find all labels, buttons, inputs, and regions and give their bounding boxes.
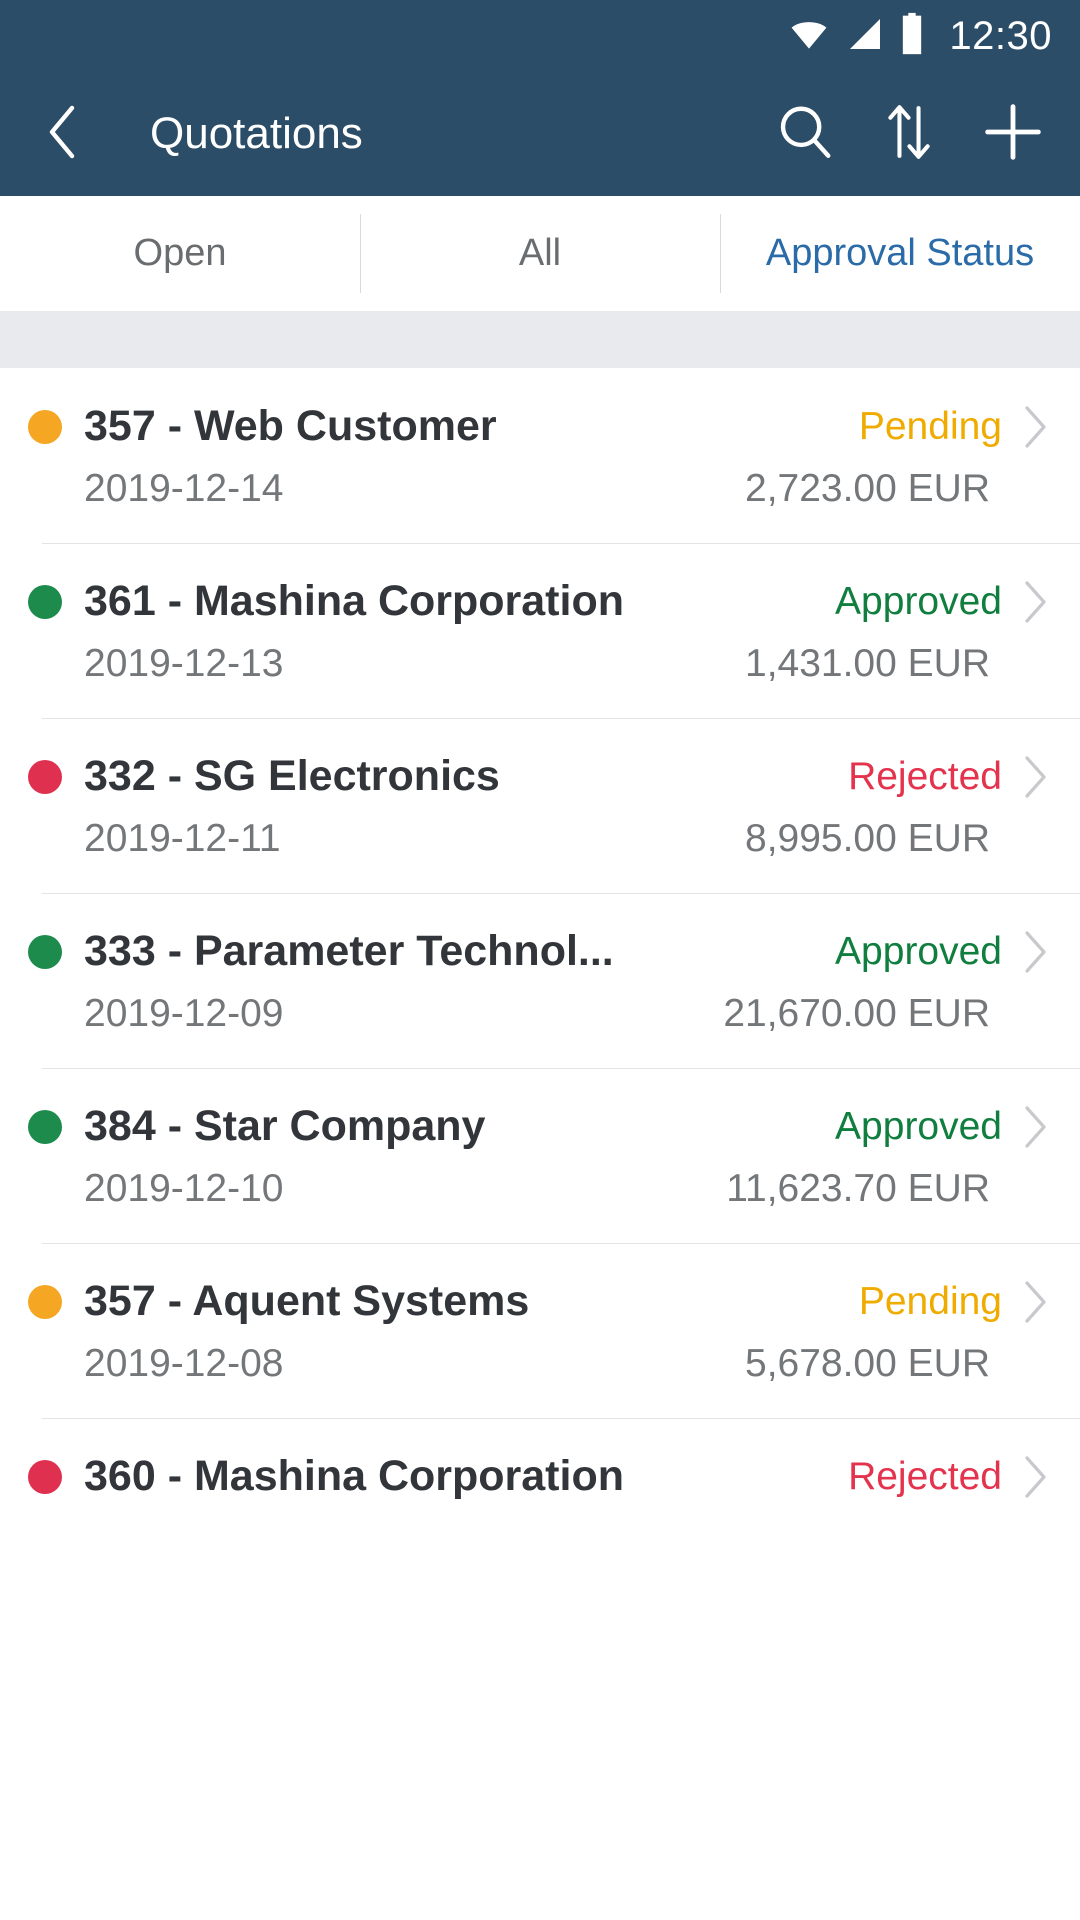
quotation-title: 332 - SG Electronics [84,752,500,800]
chevron-right-icon [1018,753,1052,801]
row-primary-line: 384 - Star Company Approved [28,1102,1052,1151]
status-badge: Pending [858,404,1002,448]
header-actions [766,95,1052,173]
tab-open[interactable]: Open [0,196,360,311]
row-secondary-line: 2019-12-13 1,431.00 EUR [28,642,1052,686]
quotation-title: 357 - Web Customer [84,402,497,450]
chevron-right-icon [1018,928,1052,976]
quotation-list: 357 - Web Customer Pending 2019-12-14 2,… [0,368,1080,1549]
status-badge: Rejected [848,754,1002,798]
tab-open-label: Open [133,232,227,274]
quotation-amount: 2,723.00 EUR [745,467,990,510]
row-primary-line: 332 - SG Electronics Rejected [28,752,1052,801]
status-dot [28,584,62,619]
quotation-date: 2019-12-14 [84,467,284,510]
cellular-signal-icon [845,14,885,59]
back-button[interactable] [30,102,94,166]
quotation-amount: 11,623.70 EUR [726,1167,990,1210]
status-bar-icons [787,12,925,61]
quotation-date: 2019-12-09 [84,992,284,1035]
quotation-title: 361 - Mashina Corporation [84,577,624,625]
sort-icon [880,101,938,168]
chevron-right-icon [1018,403,1052,451]
row-primary-line: 361 - Mashina Corporation Approved [28,577,1052,626]
quotation-title: 357 - Aquent Systems [84,1277,530,1325]
tab-all-label: All [518,232,562,274]
list-section-header [0,312,1080,368]
table-row[interactable]: 384 - Star Company Approved 2019-12-10 1… [0,1068,1080,1243]
status-dot [28,1284,62,1319]
status-dot [28,409,62,444]
row-primary-line: 360 - Mashina Corporation Rejected [28,1452,1052,1501]
status-badge: Approved [835,579,1002,623]
row-secondary-line: 2019-12-11 8,995.00 EUR [28,817,1052,861]
status-bar-clock: 12:30 [949,13,1052,58]
quotation-title: 384 - Star Company [84,1102,486,1150]
table-row[interactable]: 360 - Mashina Corporation Rejected [0,1418,1080,1549]
table-row[interactable]: 333 - Parameter Technol... Approved 2019… [0,893,1080,1068]
chevron-right-icon [1018,1453,1052,1501]
row-secondary-line: 2019-12-10 11,623.70 EUR [28,1167,1052,1211]
status-dot [28,1109,62,1144]
status-dot [28,759,62,794]
tab-approval-status-label: Approval Status [765,232,1035,274]
chevron-right-icon [1018,1278,1052,1326]
tab-all[interactable]: All [360,196,720,311]
quotation-date: 2019-12-08 [84,1342,284,1385]
status-badge: Approved [835,1104,1002,1148]
page-title: Quotations [150,109,363,158]
row-secondary-line: 2019-12-09 21,670.00 EUR [28,992,1052,1036]
sort-button[interactable] [870,95,948,173]
row-secondary-line: 2019-12-14 2,723.00 EUR [28,467,1052,511]
chevron-right-icon [1018,1103,1052,1151]
chevron-right-icon [1018,578,1052,626]
quotation-amount: 8,995.00 EUR [745,817,990,860]
quotation-title: 360 - Mashina Corporation [84,1452,624,1500]
wifi-icon [787,12,831,61]
quotation-date: 2019-12-10 [84,1167,284,1210]
status-badge: Pending [858,1279,1002,1323]
search-icon [774,101,836,168]
row-primary-line: 357 - Web Customer Pending [28,402,1052,451]
add-button[interactable] [974,95,1052,173]
quotation-amount: 21,670.00 EUR [723,992,990,1035]
table-row[interactable]: 361 - Mashina Corporation Approved 2019-… [0,543,1080,718]
back-chevron-icon [36,102,88,167]
add-icon [981,100,1045,169]
table-row[interactable]: 332 - SG Electronics Rejected 2019-12-11… [0,718,1080,893]
row-secondary-line: 2019-12-08 5,678.00 EUR [28,1342,1052,1386]
row-primary-line: 357 - Aquent Systems Pending [28,1277,1052,1326]
quotation-date: 2019-12-11 [84,817,281,860]
filter-tab-bar: Open All Approval Status [0,196,1080,312]
status-badge: Rejected [848,1454,1002,1498]
battery-icon [899,12,925,61]
quotation-amount: 5,678.00 EUR [745,1342,990,1385]
row-primary-line: 333 - Parameter Technol... Approved [28,927,1052,976]
status-dot [28,934,62,969]
table-row[interactable]: 357 - Aquent Systems Pending 2019-12-08 … [0,1243,1080,1418]
table-row[interactable]: 357 - Web Customer Pending 2019-12-14 2,… [0,368,1080,543]
app-header: Quotations [0,72,1080,196]
quotation-amount: 1,431.00 EUR [745,642,990,685]
search-button[interactable] [766,95,844,173]
status-badge: Approved [835,929,1002,973]
status-bar: 12:30 [0,0,1080,72]
tab-approval-status[interactable]: Approval Status [720,196,1080,311]
quotation-title: 333 - Parameter Technol... [84,927,614,975]
status-dot [28,1459,62,1494]
quotation-date: 2019-12-13 [84,642,284,685]
